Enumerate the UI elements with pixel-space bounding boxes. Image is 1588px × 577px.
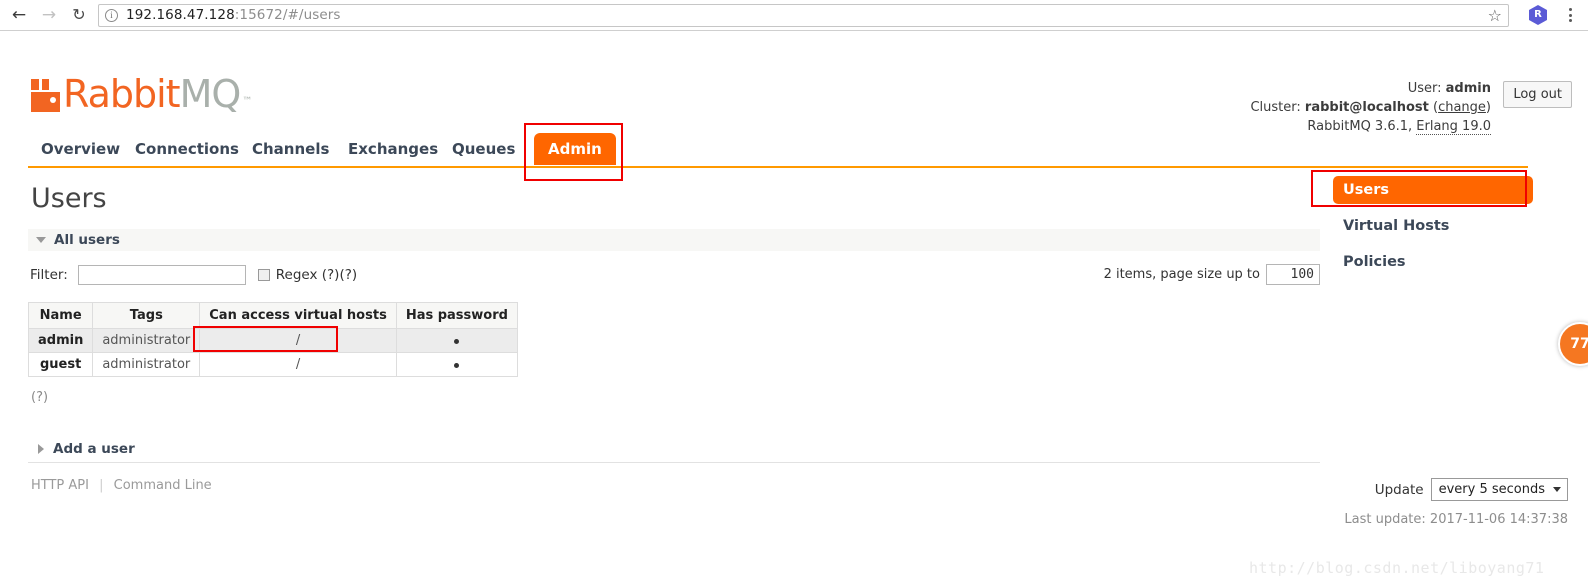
rabbitmq-management-page: RabbitMQ ™ User: admin Cluster: rabbit@l… <box>0 31 1588 577</box>
url-path: :15672/#/users <box>234 7 341 23</box>
password-dot-icon <box>454 363 460 368</box>
user-info-block: User: admin Cluster: rabbit@localhost (c… <box>1250 79 1491 136</box>
rabbitmq-logo[interactable]: RabbitMQ ™ <box>31 75 253 113</box>
regex-label[interactable]: Regex (?)(?) <box>276 267 357 283</box>
address-bar[interactable]: i 192.168.47.128:15672/#/users ☆ <box>98 3 1509 27</box>
user-label: User: <box>1407 81 1442 96</box>
user-name: admin <box>1445 81 1491 96</box>
chevron-down-icon <box>1553 487 1561 492</box>
back-arrow-icon[interactable]: ← <box>4 0 34 30</box>
regex-checkbox[interactable] <box>257 269 270 281</box>
filter-label: Filter: <box>30 267 68 283</box>
password-dot-icon <box>454 339 460 344</box>
logo-text: RabbitMQ <box>63 75 241 113</box>
add-user-label: Add a user <box>53 441 135 457</box>
nav-underline <box>28 166 1528 168</box>
table-row[interactable]: guest administrator / <box>27 352 518 377</box>
tab-overview[interactable]: Overview <box>31 133 130 165</box>
column-header-password[interactable]: Has password <box>395 302 518 329</box>
update-label: Update <box>1374 481 1424 498</box>
bookmark-star-icon[interactable]: ☆ <box>1480 6 1502 25</box>
tab-queues[interactable]: Queues <box>442 133 525 165</box>
cell-user-tags: administrator <box>92 328 201 353</box>
page-size-row: 2 items, page size up to <box>1104 264 1320 285</box>
footer-separator: | <box>99 478 104 493</box>
address-bar-text: 192.168.47.128:15672/#/users <box>126 7 341 23</box>
sidebar-item-policies[interactable]: Policies <box>1333 248 1533 276</box>
kebab-menu-icon[interactable] <box>1559 8 1581 22</box>
logo-text-rabbit: Rabbit <box>63 72 181 116</box>
update-interval-value: every 5 seconds <box>1438 482 1545 497</box>
sidebar-item-users[interactable]: Users <box>1333 176 1533 204</box>
site-info-icon[interactable]: i <box>105 8 118 22</box>
filter-input[interactable] <box>77 265 246 285</box>
sidebar-item-virtual-hosts[interactable]: Virtual Hosts <box>1333 212 1533 240</box>
floating-score-badge[interactable]: 77 <box>1558 322 1588 366</box>
filter-row: Filter: Regex (?)(?) <box>30 265 357 285</box>
tab-exchanges[interactable]: Exchanges <box>338 133 448 165</box>
page-size-label: 2 items, page size up to <box>1103 267 1260 282</box>
add-user-section-header[interactable]: Add a user <box>28 436 1320 463</box>
cluster-line: Cluster: rabbit@localhost (change) <box>1250 100 1491 115</box>
cell-user-vhost: / <box>199 328 397 353</box>
page-title: Users <box>31 183 107 214</box>
forward-arrow-icon[interactable]: → <box>34 0 64 30</box>
last-update-text: Last update: 2017-11-06 14:37:38 <box>1344 512 1568 527</box>
table-help-link[interactable]: (?) <box>31 390 48 405</box>
expand-triangle-icon[interactable] <box>38 444 44 454</box>
column-header-tags[interactable]: Tags <box>92 302 201 329</box>
trademark-symbol: ™ <box>242 96 253 107</box>
watermark-text: http://blog.csdn.net/liboyang71 <box>1249 559 1545 577</box>
reload-icon[interactable]: ↻ <box>64 0 94 30</box>
cluster-label: Cluster: <box>1250 100 1301 115</box>
user-line: User: admin <box>1250 79 1491 98</box>
collapse-triangle-icon[interactable] <box>36 237 46 243</box>
cell-user-vhost: / <box>199 352 397 377</box>
http-api-link[interactable]: HTTP API <box>31 478 89 493</box>
admin-sidebar: Users Virtual Hosts Policies <box>1333 176 1533 284</box>
update-interval-select[interactable]: every 5 seconds <box>1430 478 1568 501</box>
cell-has-password <box>395 328 518 353</box>
browser-toolbar: ← → ↻ i 192.168.47.128:15672/#/users ☆ R <box>0 0 1588 31</box>
footer-links: HTTP API | Command Line <box>31 478 212 493</box>
table-header-row: Name Tags Can access virtual hosts Has p… <box>27 302 518 329</box>
page-size-input[interactable] <box>1266 264 1320 285</box>
column-header-name[interactable]: Name <box>27 302 94 329</box>
change-cluster-link[interactable]: change <box>1438 100 1486 115</box>
extension-icon[interactable]: R <box>1529 5 1547 25</box>
update-interval-row: Update every 5 seconds <box>1375 478 1568 501</box>
cluster-name: rabbit@localhost <box>1304 100 1429 115</box>
rabbitmq-logo-icon <box>31 79 60 112</box>
logo-text-mq: MQ <box>179 72 242 116</box>
command-line-link[interactable]: Command Line <box>114 478 212 493</box>
cell-user-name[interactable]: guest <box>27 352 94 377</box>
users-table: Name Tags Can access virtual hosts Has p… <box>27 302 518 377</box>
cell-user-name[interactable]: admin <box>27 328 94 353</box>
all-users-section-header[interactable]: All users <box>28 229 1320 251</box>
main-navigation-tabs: Overview Connections Channels Exchanges … <box>0 131 1528 167</box>
section-title: All users <box>54 232 120 248</box>
url-host: 192.168.47.128 <box>126 7 235 23</box>
logout-button[interactable]: Log out <box>1503 81 1572 108</box>
cell-user-tags: administrator <box>92 352 201 377</box>
cell-has-password <box>395 352 518 377</box>
column-header-vhosts[interactable]: Can access virtual hosts <box>199 302 397 329</box>
tab-connections[interactable]: Connections <box>125 133 249 165</box>
table-row[interactable]: admin administrator / <box>27 328 518 353</box>
tab-admin[interactable]: Admin <box>534 133 616 165</box>
tab-channels[interactable]: Channels <box>242 133 339 165</box>
